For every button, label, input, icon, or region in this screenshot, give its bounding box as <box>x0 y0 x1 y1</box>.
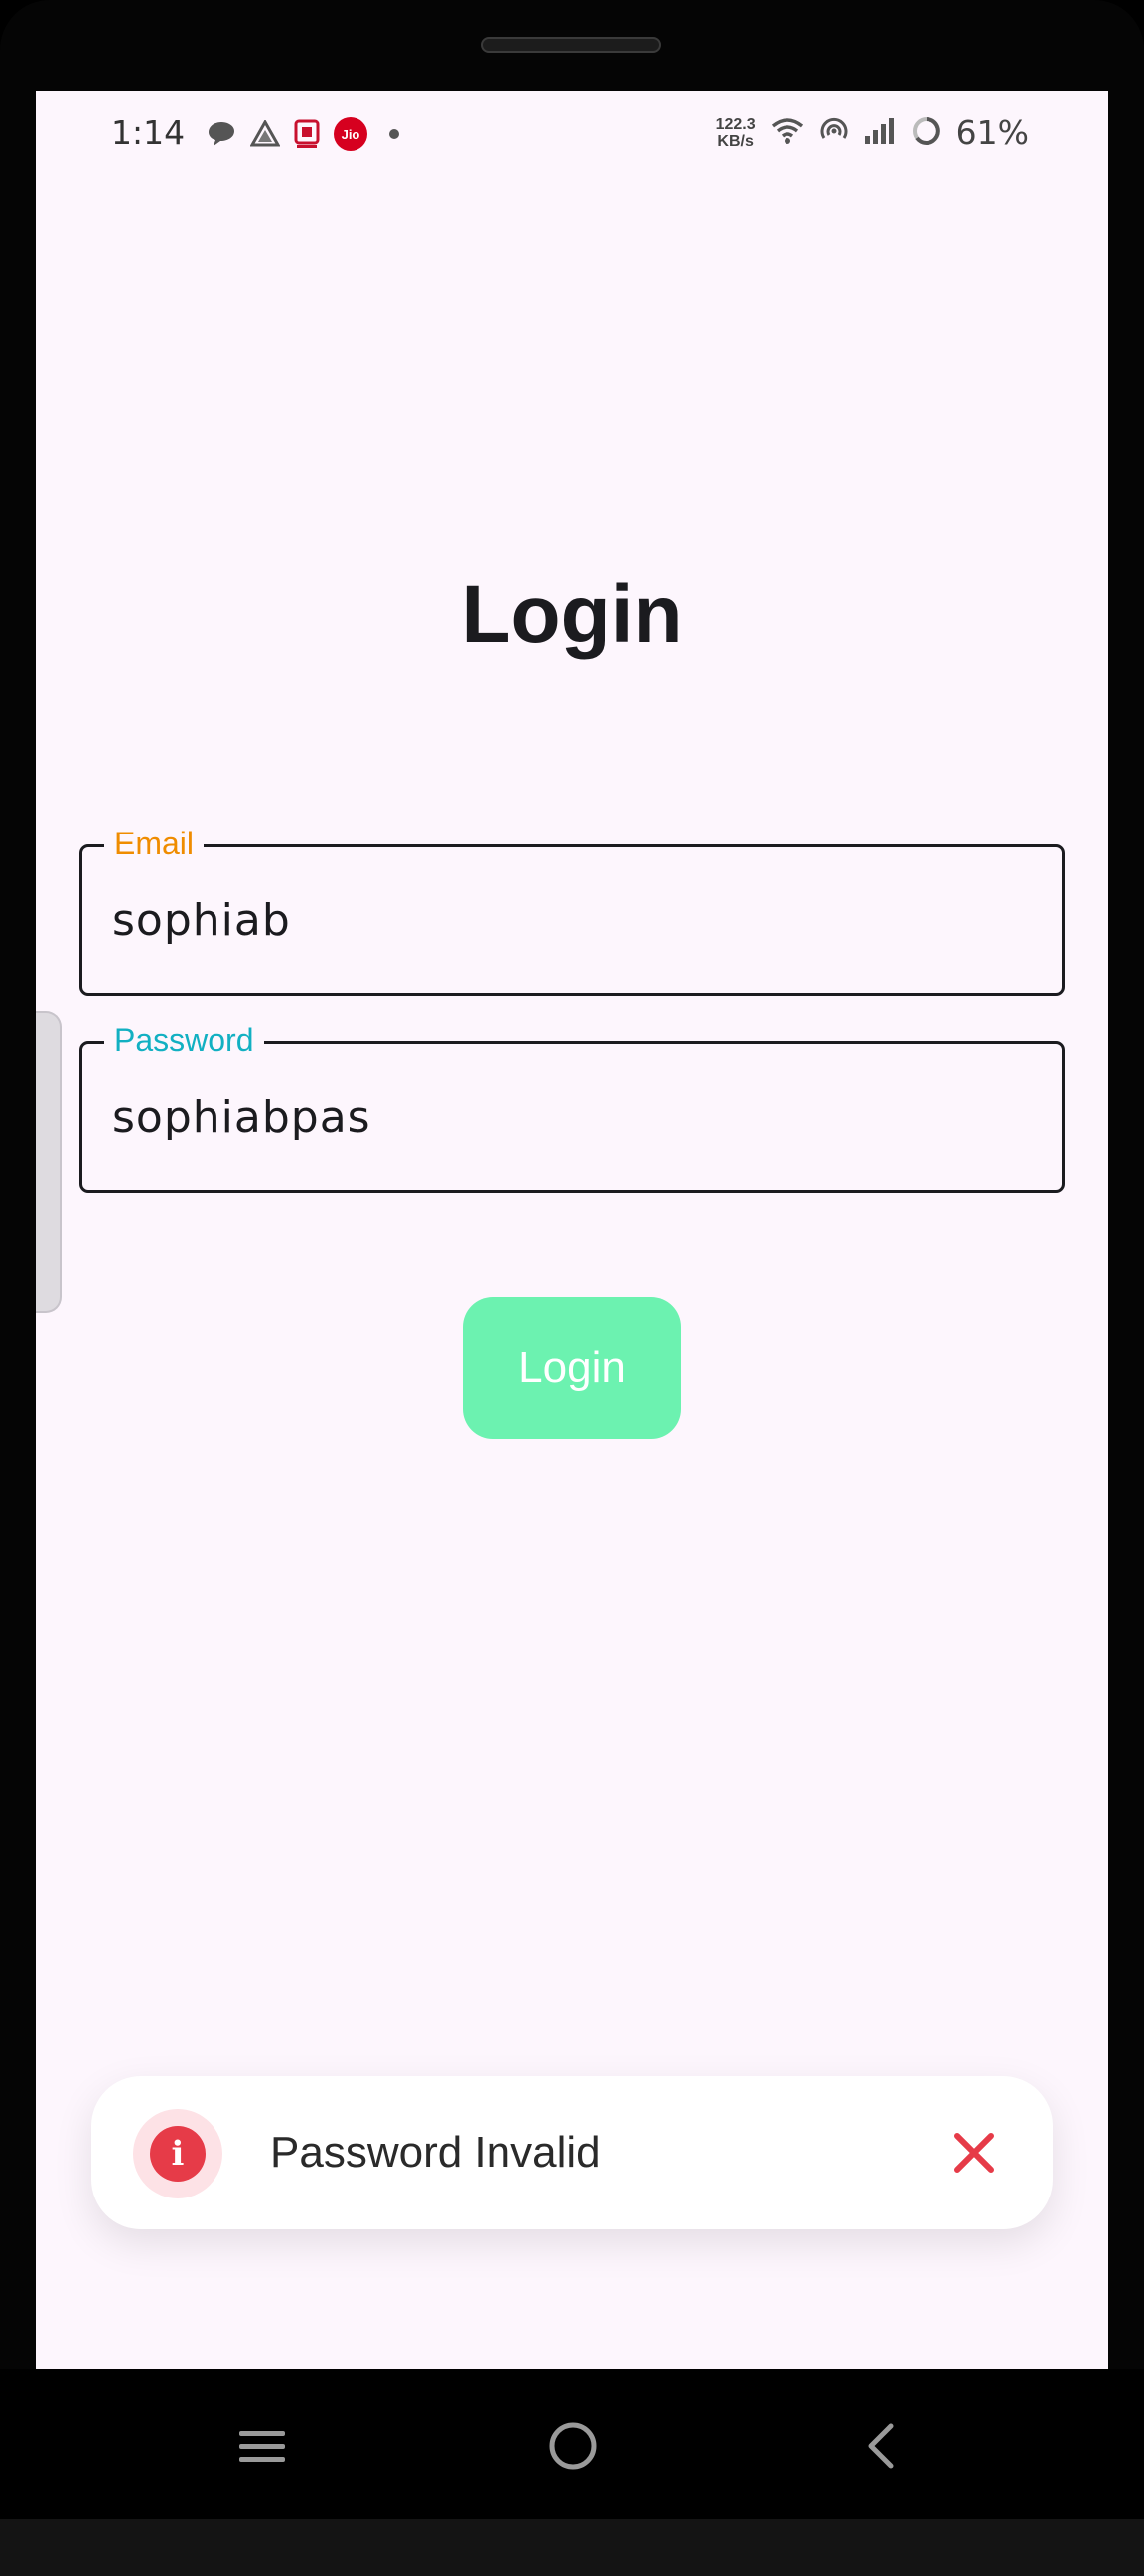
navigation-bar <box>0 2369 1144 2519</box>
email-value[interactable]: sophiab <box>112 895 291 946</box>
password-value[interactable]: sophiabpas <box>112 1092 371 1142</box>
hotspot-icon <box>819 116 849 150</box>
jio-icon: Jio <box>334 117 367 151</box>
battery-ring-icon <box>911 115 942 151</box>
battery-percent: 61% <box>955 113 1029 152</box>
network-speed-unit: KB/s <box>717 132 754 150</box>
recents-icon[interactable] <box>227 2411 297 2481</box>
device-bottom-chin <box>0 2519 1144 2576</box>
password-label: Password <box>104 1022 264 1059</box>
status-bar: 1:14 Jio 122.3 KB/s 61% <box>36 91 1108 179</box>
page-title: Login <box>461 569 683 660</box>
close-icon[interactable] <box>947 2126 1001 2180</box>
drive-icon <box>250 120 280 148</box>
status-time: 1:14 <box>111 113 186 152</box>
app-screen: 1:14 Jio 122.3 KB/s 61% Login Email soph… <box>36 91 1108 2369</box>
email-field[interactable]: Email sophiab <box>79 826 1065 996</box>
back-icon[interactable] <box>846 2411 916 2481</box>
notification-icons: Jio <box>207 117 399 151</box>
login-button[interactable]: Login <box>463 1297 681 1439</box>
email-label: Email <box>104 826 205 862</box>
earpiece-speaker <box>481 37 661 53</box>
app-icon <box>294 119 320 149</box>
system-status: 122.3 KB/s 61% <box>716 113 1029 152</box>
edge-panel-handle[interactable] <box>36 1011 62 1313</box>
password-field[interactable]: Password sophiabpas <box>79 1022 1065 1193</box>
info-icon: i <box>150 2126 206 2182</box>
home-icon[interactable] <box>538 2411 608 2481</box>
toast-icon-badge: i <box>133 2109 222 2198</box>
wifi-icon <box>770 116 805 150</box>
toast-message: Password Invalid <box>270 2128 601 2177</box>
dot-icon <box>389 129 399 139</box>
error-toast: i Password Invalid <box>91 2076 1053 2229</box>
signal-icon <box>863 116 897 150</box>
network-speed: 122.3 KB/s <box>716 116 756 150</box>
chat-icon <box>207 120 236 148</box>
network-speed-value: 122.3 <box>715 115 756 133</box>
